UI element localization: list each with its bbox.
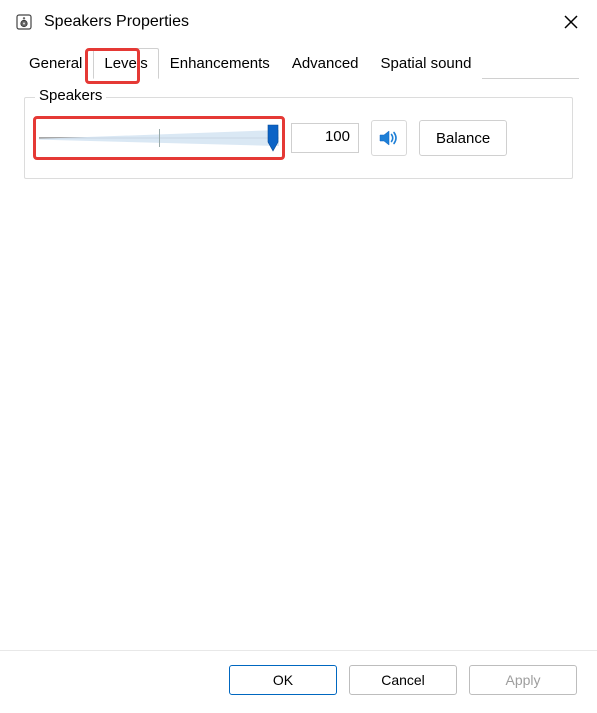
dialog-window: Speakers Properties General Levels Enhan… [0,0,597,713]
groupbox-legend: Speakers [35,87,106,104]
speaker-volume-icon [378,127,400,149]
slider-track [39,129,279,147]
volume-readout: 100 [291,123,359,153]
dialog-title: Speakers Properties [44,13,549,31]
volume-slider[interactable] [39,120,279,156]
level-row: 100 Balance [39,120,558,156]
tab-general[interactable]: General [18,48,93,79]
ok-button[interactable]: OK [229,665,337,695]
dialog-footer: OK Cancel Apply [0,650,597,713]
close-button[interactable] [549,2,593,42]
tab-advanced[interactable]: Advanced [281,48,370,79]
apply-button[interactable]: Apply [469,665,577,695]
tab-content: Speakers 100 [0,79,597,650]
slider-thumb[interactable] [267,124,279,152]
cancel-button[interactable]: Cancel [349,665,457,695]
mute-button[interactable] [371,120,407,156]
slider-midtick [159,129,160,147]
close-icon [564,15,578,29]
tab-levels[interactable]: Levels [93,48,158,79]
app-icon [14,12,34,32]
balance-button[interactable]: Balance [419,120,507,156]
tab-bar: General Levels Enhancements Advanced Spa… [0,48,597,79]
titlebar: Speakers Properties [0,0,597,44]
speakers-groupbox: Speakers 100 [24,97,573,179]
tab-enhancements[interactable]: Enhancements [159,48,281,79]
tab-spatial-sound[interactable]: Spatial sound [370,48,483,79]
